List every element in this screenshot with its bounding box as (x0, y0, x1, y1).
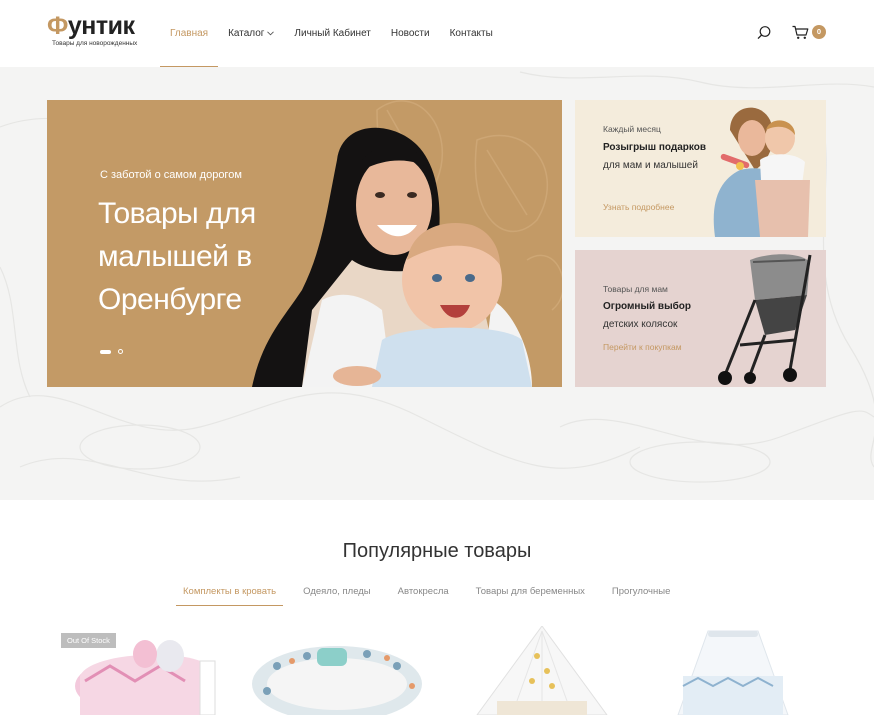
site-header: Фунтик Товары для новорожденных Главная … (0, 0, 874, 67)
promo-text-bold: Розыгрыш подарков (603, 142, 706, 153)
cart-icon (792, 25, 809, 45)
cart-button[interactable]: 0 (792, 24, 828, 42)
promo-text-bold: Огромный выбор (603, 301, 692, 312)
product-image (476, 625, 608, 715)
tab-car-seats[interactable]: Автокресла (391, 584, 456, 606)
slider-dot[interactable] (118, 349, 123, 354)
promo-banner-strollers[interactable]: Товары для мам Огромный выбор детских ко… (575, 250, 826, 387)
product-card[interactable] (247, 626, 427, 715)
logo-title-rest: унтик (67, 12, 135, 40)
main-nav: Главная Каталог Личный Кабинет Новости К… (160, 0, 503, 67)
nav-item-home[interactable]: Главная (160, 0, 219, 67)
promo-text-rest: детских колясок (603, 319, 678, 330)
cart-count-badge: 0 (812, 25, 826, 39)
banner-pretitle: С заботой о самом дорогом (100, 169, 242, 181)
logo[interactable]: Фунтик Товары для новорожденных (47, 14, 138, 48)
nav-item-label: Контакты (449, 28, 493, 39)
promo-text: Огромный выбор детских колясок (603, 298, 708, 334)
nav-item-label: Главная (170, 28, 209, 39)
slider-dots (100, 349, 123, 354)
main-banner-slide[interactable]: С заботой о самом дорогом Товары для мал… (47, 100, 562, 387)
mother-baby-photo (252, 127, 532, 387)
hero-section: С заботой о самом дорогом Товары для мал… (0, 67, 874, 500)
slider-dot-active[interactable] (100, 349, 111, 354)
product-image (252, 646, 422, 715)
logo-first-letter: Ф (47, 12, 68, 40)
tab-bedding-sets[interactable]: Комплекты в кровать (176, 584, 284, 606)
nav-item-label: Каталог (228, 28, 265, 39)
promo-pretitle: Каждый месяц (603, 124, 661, 134)
nav-item-label: Новости (390, 28, 430, 39)
promo-link-details[interactable]: Узнать подробнее (603, 202, 674, 212)
nav-item-news[interactable]: Новости (381, 0, 440, 67)
tab-maternity[interactable]: Товары для беременных (469, 584, 592, 606)
tab-strollers[interactable]: Прогулочные (605, 584, 677, 606)
popular-section-title: Популярные товары (342, 540, 532, 562)
product-image (677, 630, 789, 715)
nav-item-label: Личный Кабинет (294, 28, 371, 39)
logo-title: Фунтик (47, 14, 137, 39)
promo-text: Розыгрыш подарков для мам и малышей (603, 139, 708, 175)
product-card[interactable] (457, 625, 627, 715)
tab-blankets[interactable]: Одеяло, пледы (296, 584, 378, 606)
logo-subtitle: Товары для новорожденных (52, 40, 138, 47)
popular-tabs: Комплекты в кровать Одеяло, пледы Автокр… (176, 584, 690, 606)
nav-item-account[interactable]: Личный Кабинет (284, 0, 380, 67)
out-of-stock-badge: Out Of Stock (61, 633, 116, 648)
promo-banner-giveaway[interactable]: Каждый месяц Розыгрыш подарков для мам и… (575, 100, 826, 237)
product-grid: Out Of Stock (0, 625, 874, 715)
stroller-photo (718, 254, 812, 385)
product-card[interactable] (668, 626, 798, 715)
promo-link-shop[interactable]: Перейти к покупкам (603, 342, 682, 352)
nav-item-catalog[interactable]: Каталог (218, 0, 284, 67)
chevron-down-icon (267, 29, 275, 38)
search-icon[interactable] (756, 25, 772, 41)
mother-baby-promo-photo (713, 107, 810, 237)
promo-pretitle: Товары для мам (603, 284, 668, 294)
nav-item-contacts[interactable]: Контакты (440, 0, 503, 67)
promo-text-rest: для мам и малышей (603, 160, 698, 171)
